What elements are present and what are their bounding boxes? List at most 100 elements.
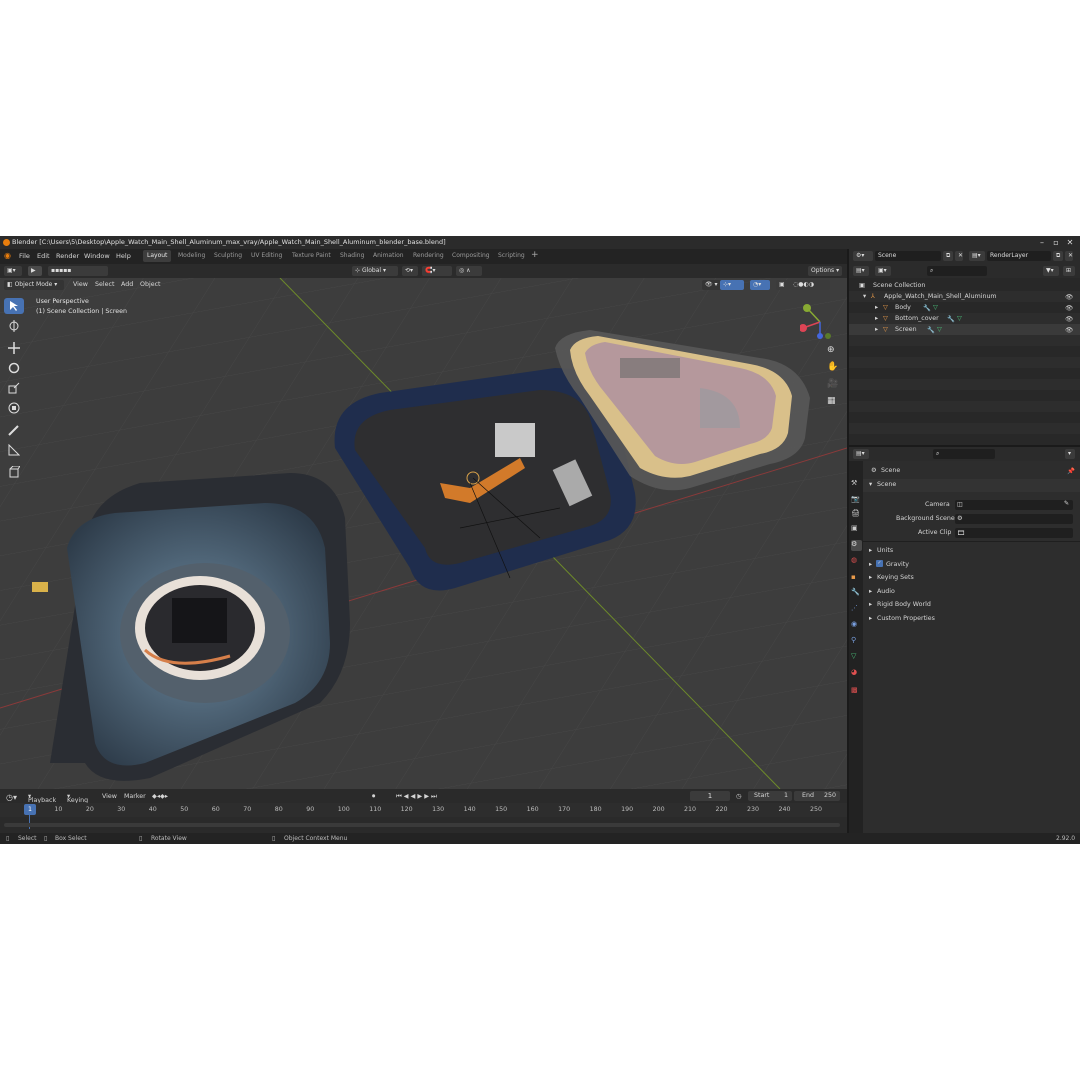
overlay-toggle-icon[interactable]: ◔▾ <box>750 280 770 290</box>
view-layer-tab-icon[interactable]: ▣ <box>851 524 862 535</box>
select-tool-icon[interactable]: ▶ <box>28 266 42 276</box>
menu-view-timeline[interactable]: View <box>102 793 117 800</box>
material-tab-icon[interactable]: ◕ <box>851 668 862 679</box>
tab-animation[interactable]: Animation <box>369 250 408 262</box>
menu-window[interactable]: Window <box>84 252 110 260</box>
mode-dropdown[interactable]: ◧ Object Mode ▾ <box>4 280 64 290</box>
tab-rendering[interactable]: Rendering <box>409 250 448 262</box>
pin-icon[interactable]: 📌 <box>1067 467 1075 475</box>
tab-texture-paint[interactable]: Texture Paint <box>288 250 335 262</box>
menu-playback[interactable]: Playback ▾ <box>28 793 56 804</box>
playback-controls[interactable]: ⏮◀◀▶▶⏭ <box>396 793 439 801</box>
menu-help[interactable]: Help <box>116 252 131 260</box>
shading-mode-icons[interactable]: ◌●◐◑ <box>790 280 830 290</box>
visibility-eye-icon[interactable]: 👁 <box>1065 326 1073 334</box>
units-label[interactable]: Units <box>877 547 893 554</box>
tool-measure[interactable] <box>4 442 24 458</box>
pivot-icon[interactable]: ⟲▾ <box>402 266 418 276</box>
object-tab-icon[interactable]: ▪ <box>851 573 862 584</box>
texture-tab-icon[interactable]: ▩ <box>851 686 862 697</box>
clock-icon[interactable]: ◷ <box>736 793 742 800</box>
zoom-icon[interactable]: ⊕ <box>827 345 841 359</box>
outliner-row-bottom-cover[interactable]: ▸ ▽ Bottom_cover 🔧 ▽ 👁 <box>849 313 1080 324</box>
close-icon[interactable]: ✕ <box>1062 237 1078 248</box>
visibility-eye-icon[interactable]: 👁 <box>1065 315 1073 323</box>
scene-field[interactable]: Scene <box>875 251 941 261</box>
menu-add[interactable]: Add <box>121 281 133 288</box>
new-scene-icon[interactable]: ⧉ <box>943 251 953 261</box>
expand-icon[interactable]: ▸ <box>875 315 878 322</box>
tab-scripting[interactable]: Scripting <box>494 250 529 262</box>
tool-add-cube[interactable] <box>4 464 24 480</box>
active-clip-field[interactable]: 🎞 <box>955 528 1073 538</box>
current-frame-field[interactable]: 1 <box>690 791 730 801</box>
select-mode-icons[interactable]: ▪▪▪▪▪ <box>48 266 108 276</box>
outliner-row-body[interactable]: ▸ ▽ Body 🔧 ▽ 👁 <box>849 302 1080 313</box>
tool-scale[interactable] <box>4 380 24 396</box>
remove-layer-icon[interactable]: ✕ <box>1065 251 1073 261</box>
scene-icon[interactable]: ⚙▾ <box>853 251 873 261</box>
outliner-editor-icon[interactable]: ▤▾ <box>853 266 869 276</box>
menu-select[interactable]: Select <box>95 281 114 288</box>
constraints-tab-icon[interactable]: ⚲ <box>851 636 862 647</box>
keying-sets-label[interactable]: Keying Sets <box>877 574 914 581</box>
remove-scene-icon[interactable]: ✕ <box>955 251 963 261</box>
eyedropper-icon[interactable]: ✎ <box>1064 500 1069 507</box>
tab-sculpting[interactable]: Sculpting <box>210 250 246 262</box>
outliner-row-parent[interactable]: ▾ ⅄ Apple_Watch_Main_Shell_Aluminum 👁 <box>849 291 1080 302</box>
outliner-row-screen[interactable]: ▸ ▽ Screen 🔧 ▽ 👁 <box>849 324 1080 335</box>
expand-icon[interactable]: ▸ <box>875 304 878 311</box>
camera-field[interactable]: ◫ ✎ <box>955 500 1073 510</box>
physics-tab-icon[interactable]: ◉ <box>851 620 862 631</box>
visibility-eye-icon[interactable]: 👁 <box>1065 293 1073 301</box>
view-layer-icon[interactable]: ▤▾ <box>969 251 985 261</box>
scene-panel-header[interactable]: ▾ Scene <box>863 479 1080 492</box>
tool-cursor[interactable] <box>4 318 24 334</box>
outliner-row-scene-collection[interactable]: ▣ Scene Collection <box>849 280 1080 291</box>
xray-icon[interactable]: ▣ <box>776 280 790 290</box>
expand-icon[interactable]: ▾ <box>863 293 866 300</box>
view-layer-field[interactable]: RenderLayer <box>987 251 1051 261</box>
world-tab-icon[interactable]: ◍ <box>851 556 862 567</box>
tool-select-box[interactable] <box>4 298 24 314</box>
tab-uv-editing[interactable]: UV Editing <box>247 250 286 262</box>
menu-keying[interactable]: Keying ▾ <box>67 793 88 804</box>
data-tab-icon[interactable]: ▽ <box>851 652 862 663</box>
tool-annotate[interactable] <box>4 422 24 438</box>
tab-shading[interactable]: Shading <box>336 250 368 262</box>
camera-view-icon[interactable]: 🎥 <box>827 379 841 393</box>
add-workspace-icon[interactable]: + <box>531 250 539 260</box>
editor-type-icon[interactable]: ▣▾ <box>4 266 22 276</box>
keyframe-nav-icons[interactable]: ◆◂◆▸ <box>152 793 168 800</box>
render-tab-icon[interactable]: 📷 <box>851 495 862 506</box>
tab-compositing[interactable]: Compositing <box>448 250 494 262</box>
tool-rotate[interactable] <box>4 360 24 376</box>
menu-edit[interactable]: Edit <box>37 252 50 260</box>
menu-view[interactable]: View <box>73 281 88 288</box>
properties-search-input[interactable]: ⌕ <box>933 449 995 459</box>
pan-hand-icon[interactable]: ✋ <box>827 362 841 376</box>
gizmo-toggle-icon[interactable]: ⊹▾ <box>720 280 744 290</box>
proportional-edit-icon[interactable]: ◎ ∧ <box>456 266 482 276</box>
navigation-gizmo[interactable] <box>800 300 840 340</box>
options-dropdown[interactable]: Options ▾ <box>808 266 842 276</box>
properties-editor-icon[interactable]: ▤▾ <box>853 449 869 459</box>
scene-tab-icon[interactable]: ⚙ <box>851 540 862 551</box>
end-frame-field[interactable]: End 250 <box>794 791 840 801</box>
custom-properties-label[interactable]: Custom Properties <box>877 615 935 622</box>
menu-marker[interactable]: Marker <box>124 793 146 800</box>
gravity-label[interactable]: Gravity <box>886 561 909 568</box>
visibility-eye-icon[interactable]: 👁 <box>1065 304 1073 312</box>
new-collection-icon[interactable]: ⊞ <box>1063 266 1075 276</box>
particles-tab-icon[interactable]: ⋰ <box>851 604 862 615</box>
rigid-body-world-label[interactable]: Rigid Body World <box>877 601 931 608</box>
timeline-editor-type-icon[interactable]: ◷▾ <box>6 793 17 802</box>
properties-options-icon[interactable]: ▾ <box>1065 449 1075 459</box>
menu-file[interactable]: File <box>19 252 30 260</box>
menu-object[interactable]: Object <box>140 281 161 288</box>
start-frame-field[interactable]: Start 1 <box>748 791 792 801</box>
tab-modeling[interactable]: Modeling <box>174 250 209 262</box>
background-scene-field[interactable]: ⚙ <box>955 514 1073 524</box>
filter-icon[interactable]: ▼▾ <box>1043 266 1059 276</box>
outliner-search-input[interactable]: ⌕ <box>927 266 987 276</box>
